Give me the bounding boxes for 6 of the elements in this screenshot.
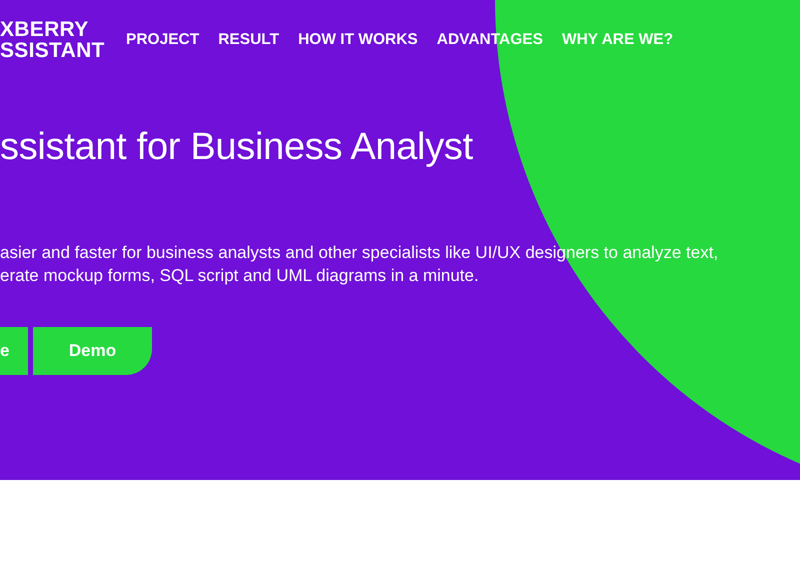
hero-title: ssistant for Business Analyst	[0, 125, 474, 170]
nav-link[interactable]: RESULT	[218, 28, 280, 52]
nav-link[interactable]: PROJECT	[126, 28, 200, 52]
brand-logo-text[interactable]: SSISTANT	[0, 40, 112, 61]
nav-link[interactable]: HOW IT WORKS	[298, 28, 418, 52]
brand-logo-text[interactable]: XBERRY	[0, 19, 112, 40]
